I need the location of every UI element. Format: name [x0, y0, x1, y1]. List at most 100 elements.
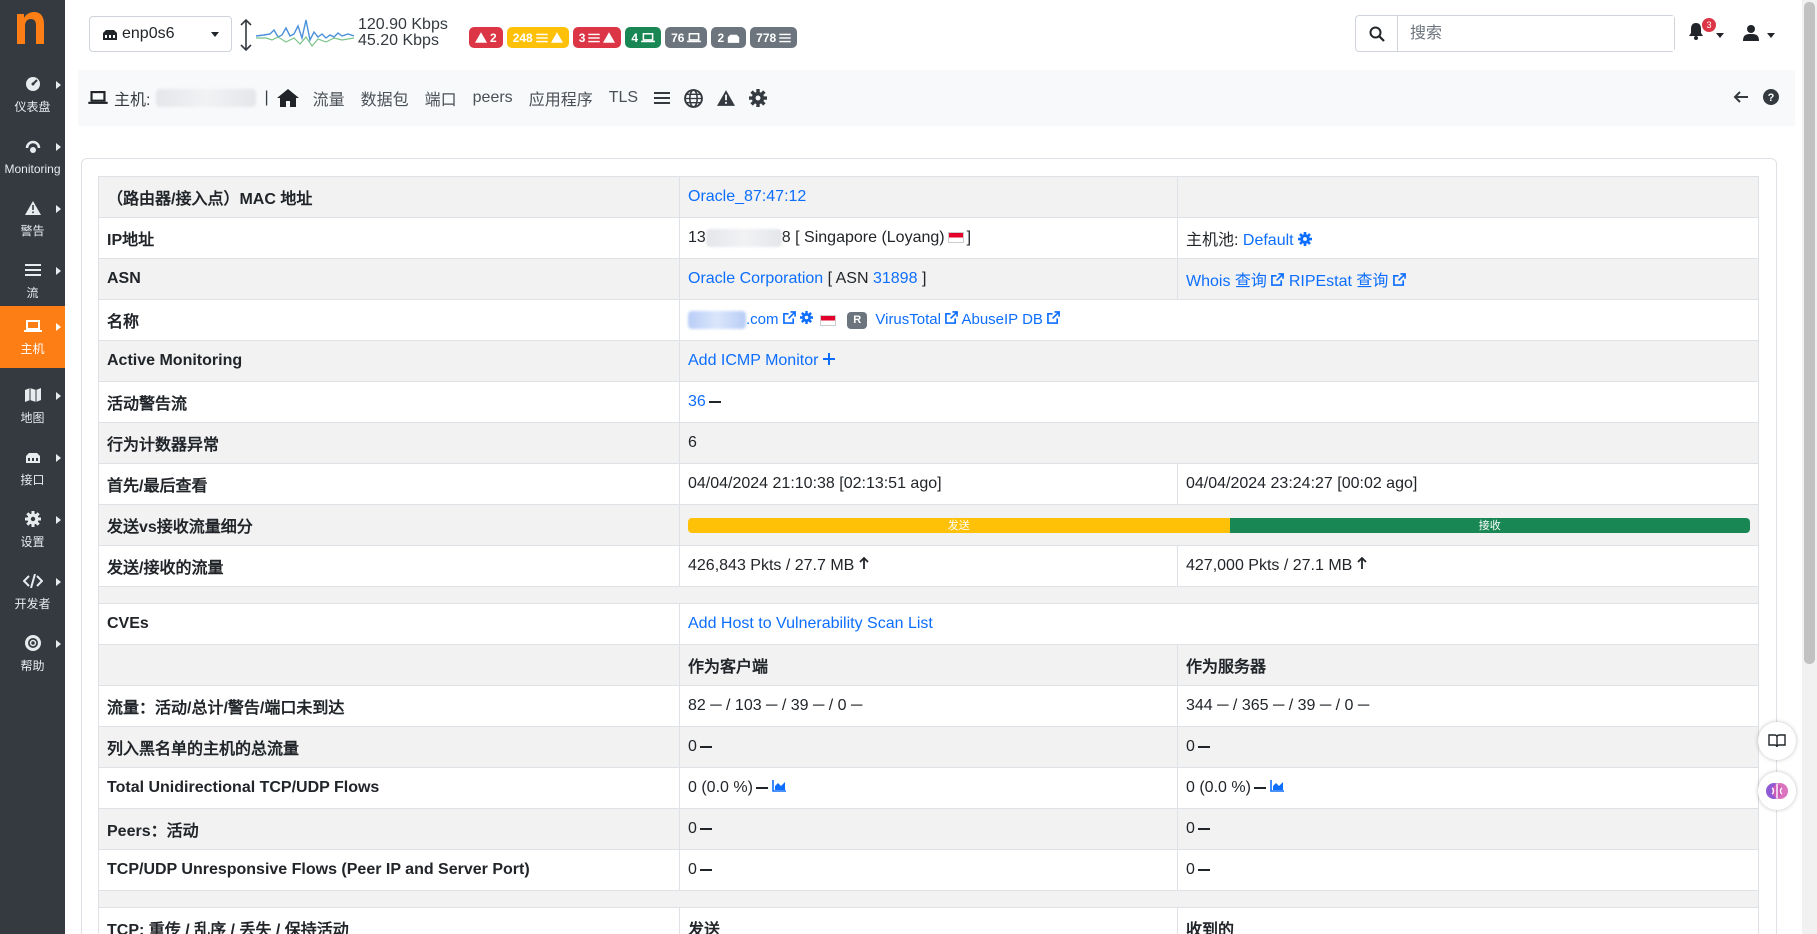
- flows-icon[interactable]: [654, 91, 671, 105]
- abuseipdb-link[interactable]: AbuseIP DB: [961, 311, 1042, 328]
- sidebar-item-maps[interactable]: 地图: [0, 375, 65, 437]
- sidebar-item-settings[interactable]: 设置: [0, 499, 65, 561]
- whois-link[interactable]: Whois 查询: [1186, 273, 1267, 290]
- sidebar-item-label: 接口: [20, 473, 45, 487]
- badge-count: 4: [631, 30, 639, 45]
- gear-icon[interactable]: [799, 310, 813, 324]
- badge-count: 2: [490, 30, 497, 45]
- table-row: Active Monitoring Add ICMP Monitor: [98, 340, 1759, 382]
- warning-icon[interactable]: [717, 90, 736, 106]
- globe-icon[interactable]: [684, 88, 703, 108]
- server-value: 0: [1186, 738, 1195, 755]
- area-chart-icon[interactable]: [1270, 779, 1285, 792]
- row-label: Total Unidirectional TCP/UDP Flows: [98, 767, 680, 809]
- table-row: CVEs Add Host to Vulnerability Scan List: [98, 603, 1759, 645]
- tab-peers[interactable]: peers: [473, 89, 513, 107]
- asn-number-link[interactable]: 31898: [873, 270, 918, 287]
- row-label: TCP/UDP Unresponsive Flows (Peer IP and …: [98, 849, 680, 891]
- chevron-down-icon[interactable]: [1716, 33, 1724, 38]
- trend-steady-icon: [699, 868, 712, 871]
- interface-icon: [727, 34, 740, 43]
- host-pool-link[interactable]: Default: [1243, 232, 1294, 249]
- gear-icon[interactable]: [1298, 232, 1313, 246]
- area-chart-icon[interactable]: [772, 779, 787, 792]
- external-link-icon: [1392, 273, 1406, 286]
- sidebar-item-label: 地图: [20, 411, 45, 425]
- flows-badge[interactable]: 778: [750, 27, 798, 48]
- host-details-table: （路由器/接入点）MAC 地址 Oracle_87:47:12 IP地址 13 8…: [98, 176, 1759, 934]
- badge-count: 2: [717, 30, 725, 45]
- external-link-icon: [1047, 311, 1061, 324]
- flows-icon: [588, 33, 601, 42]
- ripestat-link[interactable]: RIPEstat 查询: [1289, 273, 1389, 290]
- badge-count: 3: [578, 30, 586, 45]
- interface-select[interactable]: enp0s6: [89, 16, 232, 52]
- sidebar-item-dashboard[interactable]: 仪表盘: [0, 64, 65, 126]
- sidebar-item-help[interactable]: 帮助: [0, 623, 65, 685]
- plus-icon[interactable]: [822, 353, 835, 365]
- search-input[interactable]: [1398, 16, 1674, 51]
- sidebar-item-hosts[interactable]: 主机: [0, 306, 65, 368]
- svg-text:?: ?: [1768, 92, 1775, 104]
- local-hosts-badge[interactable]: 4: [625, 27, 662, 48]
- virustotal-link[interactable]: VirusTotal: [875, 311, 941, 328]
- up-down-arrows-icon: [240, 18, 252, 52]
- sidebar-item-monitoring[interactable]: Monitoring: [0, 126, 65, 188]
- badge-count: 76: [671, 30, 685, 45]
- tab-packets[interactable]: 数据包: [361, 86, 409, 110]
- sidebar-item-developer[interactable]: 开发者: [0, 561, 65, 623]
- server-flows: 344 ─ / 365 ─ / 39 ─ / 0 ─: [1177, 685, 1759, 727]
- tab-ports[interactable]: 端口: [425, 86, 457, 110]
- docs-button[interactable]: [1758, 722, 1796, 760]
- ip-prefix: 13: [688, 229, 706, 247]
- home-icon[interactable]: [276, 89, 299, 107]
- row-label: 活动警告流: [98, 381, 680, 423]
- alerts-badge[interactable]: 2: [469, 27, 503, 48]
- tab-applications[interactable]: 应用程序: [529, 86, 593, 110]
- asn-org-link[interactable]: Oracle Corporation: [688, 270, 823, 287]
- table-row: 列入黑名单的主机的总流量 0 0: [98, 726, 1759, 768]
- hostname-link[interactable]: .com: [746, 311, 779, 328]
- add-vulnerability-scan-link[interactable]: Add Host to Vulnerability Scan List: [688, 615, 933, 632]
- mac-address-link[interactable]: Oracle_87:47:12: [688, 188, 806, 205]
- row-label: 发送vs接收流量细分: [98, 504, 680, 546]
- gear-icon[interactable]: [749, 89, 768, 107]
- row-label: 名称: [98, 299, 680, 341]
- table-row: IP地址 13 8 [ Singapore (Loyang)] 主机池: Defa…: [98, 217, 1759, 259]
- user-icon[interactable]: [1743, 24, 1759, 41]
- table-row: TCP/UDP Unresponsive Flows (Peer IP and …: [98, 849, 1759, 891]
- interface-icon: [23, 448, 43, 466]
- back-arrow-icon[interactable]: [1733, 89, 1749, 105]
- sidebar-item-flows[interactable]: 流: [0, 250, 65, 312]
- flow-errors-badge[interactable]: 3: [572, 27, 622, 48]
- alerted-flows-link[interactable]: 36: [688, 393, 706, 410]
- search-button[interactable]: [1356, 16, 1398, 51]
- table-separator: [98, 586, 1759, 604]
- sidebar: 仪表盘 Monitoring 警告 流 主机 地图 接口 设置 开发者 帮助: [0, 0, 65, 934]
- add-icmp-monitor-link[interactable]: Add ICMP Monitor: [688, 352, 818, 369]
- sidebar-item-interfaces[interactable]: 接口: [0, 437, 65, 499]
- dashboard-icon: [23, 75, 43, 93]
- sidebar-item-label: 流: [26, 286, 39, 300]
- last-seen: 04/04/2024 23:24:27 [00:02 ago]: [1177, 463, 1759, 505]
- chevron-down-icon[interactable]: [1767, 33, 1775, 38]
- row-label: IP地址: [98, 217, 680, 259]
- ai-assistant-button[interactable]: [1758, 772, 1796, 810]
- devices-badge[interactable]: 2: [711, 27, 747, 48]
- remote-hosts-badge[interactable]: 76: [665, 27, 708, 48]
- scrollbar-thumb[interactable]: [1804, 2, 1815, 664]
- speed-readout: 120.90 Kbps 45.20 Kbps: [358, 17, 448, 49]
- row-label: 首先/最后查看: [98, 463, 680, 505]
- row-label: Peers：活动: [98, 808, 680, 850]
- tab-tls[interactable]: TLS: [609, 89, 638, 107]
- speed-down: 45.20 Kbps: [358, 32, 439, 49]
- chevron-right-icon: [56, 392, 61, 400]
- flow-warnings-badge[interactable]: 248: [506, 27, 569, 48]
- scrollbar[interactable]: [1802, 0, 1817, 934]
- tab-traffic[interactable]: 流量: [313, 86, 345, 110]
- help-icon[interactable]: ?: [1763, 89, 1779, 105]
- sidebar-item-label: 设置: [20, 535, 45, 549]
- sidebar-item-alerts[interactable]: 警告: [0, 188, 65, 250]
- external-link-icon[interactable]: [782, 311, 796, 324]
- ntopng-logo[interactable]: [14, 10, 46, 46]
